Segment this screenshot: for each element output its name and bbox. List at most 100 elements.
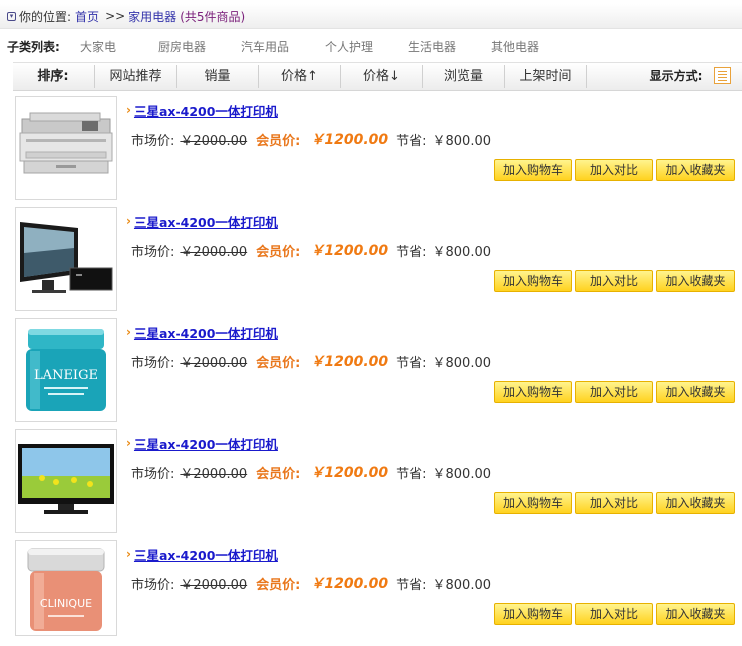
- market-price-label: 市场价:: [131, 466, 175, 482]
- add-to-cart-button[interactable]: 加入购物车: [494, 492, 572, 514]
- sort-label: 排序:: [37, 69, 69, 84]
- market-price-label: 市场价:: [131, 133, 175, 149]
- breadcrumb-home-link[interactable]: 首页: [75, 8, 99, 25]
- product-image-printer[interactable]: [15, 96, 117, 200]
- member-price: ￥1200.00: [310, 576, 389, 592]
- chevron-right-icon: ›: [126, 547, 131, 561]
- product-item: › 三星ax-4200一体打印机 市场价: ￥2000.00 会员价: ￥120…: [0, 207, 742, 313]
- product-title-row: › 三星ax-4200一体打印机: [126, 434, 278, 453]
- add-to-favorites-button[interactable]: 加入收藏夹: [656, 381, 735, 403]
- product-title-link[interactable]: 三星ax-4200一体打印机: [134, 101, 278, 120]
- member-price-label: 会员价:: [256, 355, 301, 371]
- product-title-link[interactable]: 三星ax-4200一体打印机: [134, 323, 278, 342]
- member-price: ￥1200.00: [310, 132, 389, 148]
- sort-option-sales[interactable]: 销量: [177, 63, 258, 90]
- price-row: 市场价: ￥2000.00 会员价: ￥1200.00 节省: ￥800.00: [131, 574, 492, 593]
- price-row: 市场价: ￥2000.00 会员价: ￥1200.00 节省: ￥800.00: [131, 130, 492, 149]
- product-image-clinique-cream[interactable]: CLINIQUE: [15, 540, 117, 636]
- add-to-favorites-button[interactable]: 加入收藏夹: [656, 270, 735, 292]
- add-to-favorites-button[interactable]: 加入收藏夹: [656, 159, 735, 181]
- product-title-row: › 三星ax-4200一体打印机: [126, 545, 278, 564]
- add-to-cart-button[interactable]: 加入购物车: [494, 270, 572, 292]
- list-view-icon[interactable]: [714, 67, 731, 84]
- price-row: 市场价: ￥2000.00 会员价: ￥1200.00 节省: ￥800.00: [131, 463, 492, 482]
- add-to-compare-button[interactable]: 加入对比: [575, 381, 653, 403]
- market-price-label: 市场价:: [131, 244, 175, 260]
- add-to-cart-button[interactable]: 加入购物车: [494, 381, 572, 403]
- savings-amount: ￥800.00: [432, 244, 492, 260]
- sort-option-views[interactable]: 浏览量: [423, 63, 504, 90]
- subcategory-item-auto[interactable]: 汽车用品: [241, 38, 325, 55]
- add-to-compare-button[interactable]: 加入对比: [575, 270, 653, 292]
- divider: [586, 65, 587, 88]
- breadcrumb-category-link[interactable]: 家用电器: [128, 8, 176, 25]
- savings-label: 节省:: [396, 244, 427, 260]
- breadcrumb-prefix: 你的位置:: [19, 9, 72, 24]
- add-to-favorites-button[interactable]: 加入收藏夹: [656, 492, 735, 514]
- subcategory-item-living[interactable]: 生活电器: [408, 38, 491, 55]
- chevron-right-icon: ›: [126, 436, 131, 450]
- market-price: ￥2000.00: [180, 577, 248, 593]
- add-to-compare-button[interactable]: 加入对比: [575, 159, 653, 181]
- sort-option-price-desc[interactable]: 价格↓: [341, 63, 422, 90]
- member-price: ￥1200.00: [310, 354, 389, 370]
- savings-label: 节省:: [396, 355, 427, 371]
- product-title-row: › 三星ax-4200一体打印机: [126, 101, 278, 120]
- savings-label: 节省:: [396, 466, 427, 482]
- savings-amount: ￥800.00: [432, 577, 492, 593]
- clinique-brand-text: CLINIQUE: [40, 597, 92, 610]
- price-row: 市场价: ￥2000.00 会员价: ￥1200.00 节省: ￥800.00: [131, 241, 492, 260]
- savings-amount: ￥800.00: [432, 133, 492, 149]
- sort-bar: 排序: 网站推荐 销量 价格↑ 价格↓ 浏览量 上架时间 显示方式:: [13, 62, 742, 91]
- market-price: ￥2000.00: [180, 133, 248, 149]
- sort-option-newest[interactable]: 上架时间: [505, 63, 586, 90]
- savings-label: 节省:: [396, 133, 427, 149]
- product-item: › 三星ax-4200一体打印机 市场价: ￥2000.00 会员价: ￥120…: [0, 429, 742, 535]
- display-mode-label: 显示方式:: [649, 69, 703, 83]
- add-to-cart-button[interactable]: 加入购物车: [494, 159, 572, 181]
- product-image-laneige-cream[interactable]: LANEIGE: [15, 318, 117, 422]
- member-price: ￥1200.00: [310, 243, 389, 259]
- add-to-cart-button[interactable]: 加入购物车: [494, 603, 572, 625]
- breadcrumb-separator: >>: [105, 9, 126, 23]
- price-row: 市场价: ￥2000.00 会员价: ￥1200.00 节省: ￥800.00: [131, 352, 492, 371]
- member-price-label: 会员价:: [256, 244, 301, 260]
- market-price-label: 市场价:: [131, 355, 175, 371]
- market-price-label: 市场价:: [131, 577, 175, 593]
- add-to-favorites-button[interactable]: 加入收藏夹: [656, 603, 735, 625]
- savings-label: 节省:: [396, 577, 427, 593]
- product-title-link[interactable]: 三星ax-4200一体打印机: [134, 434, 278, 453]
- market-price: ￥2000.00: [180, 355, 248, 371]
- savings-amount: ￥800.00: [432, 466, 492, 482]
- sort-option-price-asc[interactable]: 价格↑: [259, 63, 340, 90]
- subcategory-item-personal-care[interactable]: 个人护理: [325, 38, 408, 55]
- chevron-right-icon: ›: [126, 325, 131, 339]
- subcategory-list: 子类列表: 大家电 厨房电器 汽车用品 个人护理 生活电器 其他电器: [0, 36, 742, 56]
- subcategory-item-large-appliances[interactable]: 大家电: [80, 38, 158, 55]
- add-to-compare-button[interactable]: 加入对比: [575, 603, 653, 625]
- member-price-label: 会员价:: [256, 466, 301, 482]
- product-item: › 三星ax-4200一体打印机 市场价: ￥2000.00 会员价: ￥120…: [0, 96, 742, 202]
- subcategory-label: 子类列表:: [7, 39, 60, 54]
- member-price: ￥1200.00: [310, 465, 389, 481]
- member-price-label: 会员价:: [256, 133, 301, 149]
- product-title-link[interactable]: 三星ax-4200一体打印机: [134, 212, 278, 231]
- product-item: CLINIQUE › 三星ax-4200一体打印机 市场价: ￥2000.00 …: [0, 540, 742, 646]
- product-image-lcd-tv[interactable]: [15, 429, 117, 533]
- member-price-label: 会员价:: [256, 577, 301, 593]
- laneige-brand-text: LANEIGE: [34, 368, 98, 383]
- subcategory-item-kitchen[interactable]: 厨房电器: [158, 38, 241, 55]
- location-icon: ▾: [7, 11, 16, 21]
- product-title-link[interactable]: 三星ax-4200一体打印机: [134, 545, 278, 564]
- add-to-compare-button[interactable]: 加入对比: [575, 492, 653, 514]
- product-image-desktop[interactable]: [15, 207, 117, 311]
- chevron-right-icon: ›: [126, 103, 131, 117]
- savings-amount: ￥800.00: [432, 355, 492, 371]
- subcategory-item-other[interactable]: 其他电器: [491, 38, 561, 55]
- market-price: ￥2000.00: [180, 466, 248, 482]
- market-price: ￥2000.00: [180, 244, 248, 260]
- chevron-right-icon: ›: [126, 214, 131, 228]
- product-title-row: › 三星ax-4200一体打印机: [126, 323, 278, 342]
- sort-option-recommended[interactable]: 网站推荐: [95, 63, 176, 90]
- breadcrumb-item-count: (共5件商品): [180, 9, 246, 24]
